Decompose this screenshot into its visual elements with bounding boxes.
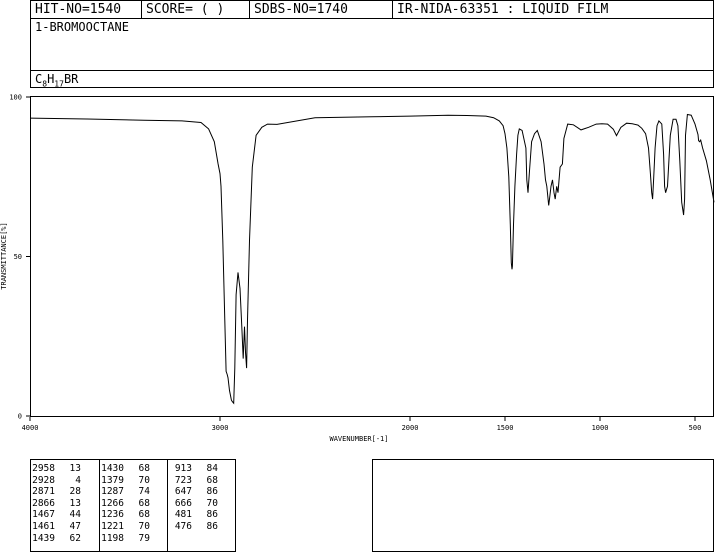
peak-row: 666 70 (168, 498, 218, 510)
peak-row: 1221 70 (100, 521, 150, 533)
peak-column: 913 84 723 68 647 86 666 70 481 86 476 86 (168, 463, 218, 533)
peak-transmittance: 28 (69, 486, 81, 498)
peak-row: 1467 44 (31, 509, 81, 521)
peak-wavenumber: 913 (174, 463, 192, 474)
x-tick-label: 4000 (22, 424, 39, 432)
peak-column: 1430 68 1379 70 1287 74 1266 68 1236 68 1221 70 1198… (100, 463, 150, 544)
peak-wavenumber: 476 (174, 520, 192, 532)
info-panel (372, 459, 714, 552)
peak-row: 1439 62 (31, 533, 81, 545)
peak-column: 2958 13 2928 4 2871 28 2866 13 1467 44 1461 47 1439 6… (31, 463, 81, 544)
peak-wavenumber: 2871 (32, 486, 55, 498)
peak-list: 2958 13 2928 4 2871 28 2866 13 1467 44 1461 47 1439 6… (31, 463, 235, 551)
peak-transmittance: 70 (138, 474, 150, 486)
peak-row: 1236 68 (100, 509, 150, 521)
peak-transmittance: 74 (138, 486, 150, 498)
peak-wavenumber: 1461 (32, 520, 55, 532)
peak-row: 481 86 (168, 509, 218, 521)
peak-transmittance: 13 (69, 497, 81, 509)
peak-transmittance: 68 (138, 463, 150, 474)
y-tick-label: 100 (9, 94, 22, 102)
peak-transmittance: 86 (206, 486, 218, 498)
peak-transmittance: 79 (138, 532, 150, 544)
peak-row: 2928 4 (31, 475, 81, 487)
peak-transmittance: 47 (69, 520, 81, 532)
peak-row: 1461 47 (31, 521, 81, 533)
peak-row: 1266 68 (100, 498, 150, 510)
x-tick-label: 3000 (212, 424, 229, 432)
peak-wavenumber: 1221 (101, 520, 124, 532)
peak-row: 1379 70 (100, 475, 150, 487)
x-tick-label: 1500 (497, 424, 514, 432)
peak-wavenumber: 1430 (101, 463, 124, 474)
peak-wavenumber: 1266 (101, 497, 124, 509)
peak-row: 1430 68 (100, 463, 150, 475)
peak-wavenumber: 1379 (101, 474, 124, 486)
peak-transmittance: 86 (206, 520, 218, 532)
y-tick-label: 50 (14, 253, 22, 261)
y-tick-label: 0 (18, 413, 22, 421)
peak-wavenumber: 647 (174, 486, 192, 498)
peak-transmittance: 84 (206, 463, 218, 474)
peak-wavenumber: 481 (174, 509, 192, 521)
peak-row: 2958 13 (31, 463, 81, 475)
x-tick-label: 500 (689, 424, 702, 432)
peak-transmittance: 70 (206, 497, 218, 509)
plot-frame (30, 96, 714, 417)
peak-wavenumber: 1287 (101, 486, 124, 498)
peak-transmittance: 44 (69, 509, 81, 521)
peak-row: 913 84 (168, 463, 218, 475)
peak-transmittance: 68 (206, 474, 218, 486)
peak-wavenumber: 2866 (32, 497, 55, 509)
peak-transmittance: 70 (138, 520, 150, 532)
peak-wavenumber: 2958 (32, 463, 55, 474)
x-tick-label: 2000 (402, 424, 419, 432)
peak-transmittance: 68 (138, 497, 150, 509)
peak-wavenumber: 723 (174, 474, 192, 486)
peak-wavenumber: 1439 (32, 532, 55, 544)
peak-transmittance: 86 (206, 509, 218, 521)
peak-wavenumber: 666 (174, 497, 192, 509)
x-axis-label: WAVENUMBER[-1] (329, 435, 388, 443)
y-axis-label: TRANSMITTANCE[%] (0, 222, 8, 289)
peak-row: 2866 13 (31, 498, 81, 510)
peak-table: 2958 13 2928 4 2871 28 2866 13 1467 44 1461 47 1439 6… (30, 459, 236, 552)
peak-row: 2871 28 (31, 486, 81, 498)
peak-row: 1198 79 (100, 533, 150, 545)
peak-wavenumber: 1236 (101, 509, 124, 521)
peak-wavenumber: 1467 (32, 509, 55, 521)
peak-wavenumber: 1198 (101, 532, 124, 544)
peak-transmittance: 4 (75, 474, 81, 486)
peak-row: 647 86 (168, 486, 218, 498)
peak-row: 723 68 (168, 475, 218, 487)
peak-wavenumber: 2928 (32, 474, 55, 486)
peak-transmittance: 62 (69, 532, 81, 544)
peak-transmittance: 13 (69, 463, 81, 474)
peak-transmittance: 68 (138, 509, 150, 521)
peak-row: 1287 74 (100, 486, 150, 498)
peak-row: 476 86 (168, 521, 218, 533)
x-tick-label: 1000 (592, 424, 609, 432)
